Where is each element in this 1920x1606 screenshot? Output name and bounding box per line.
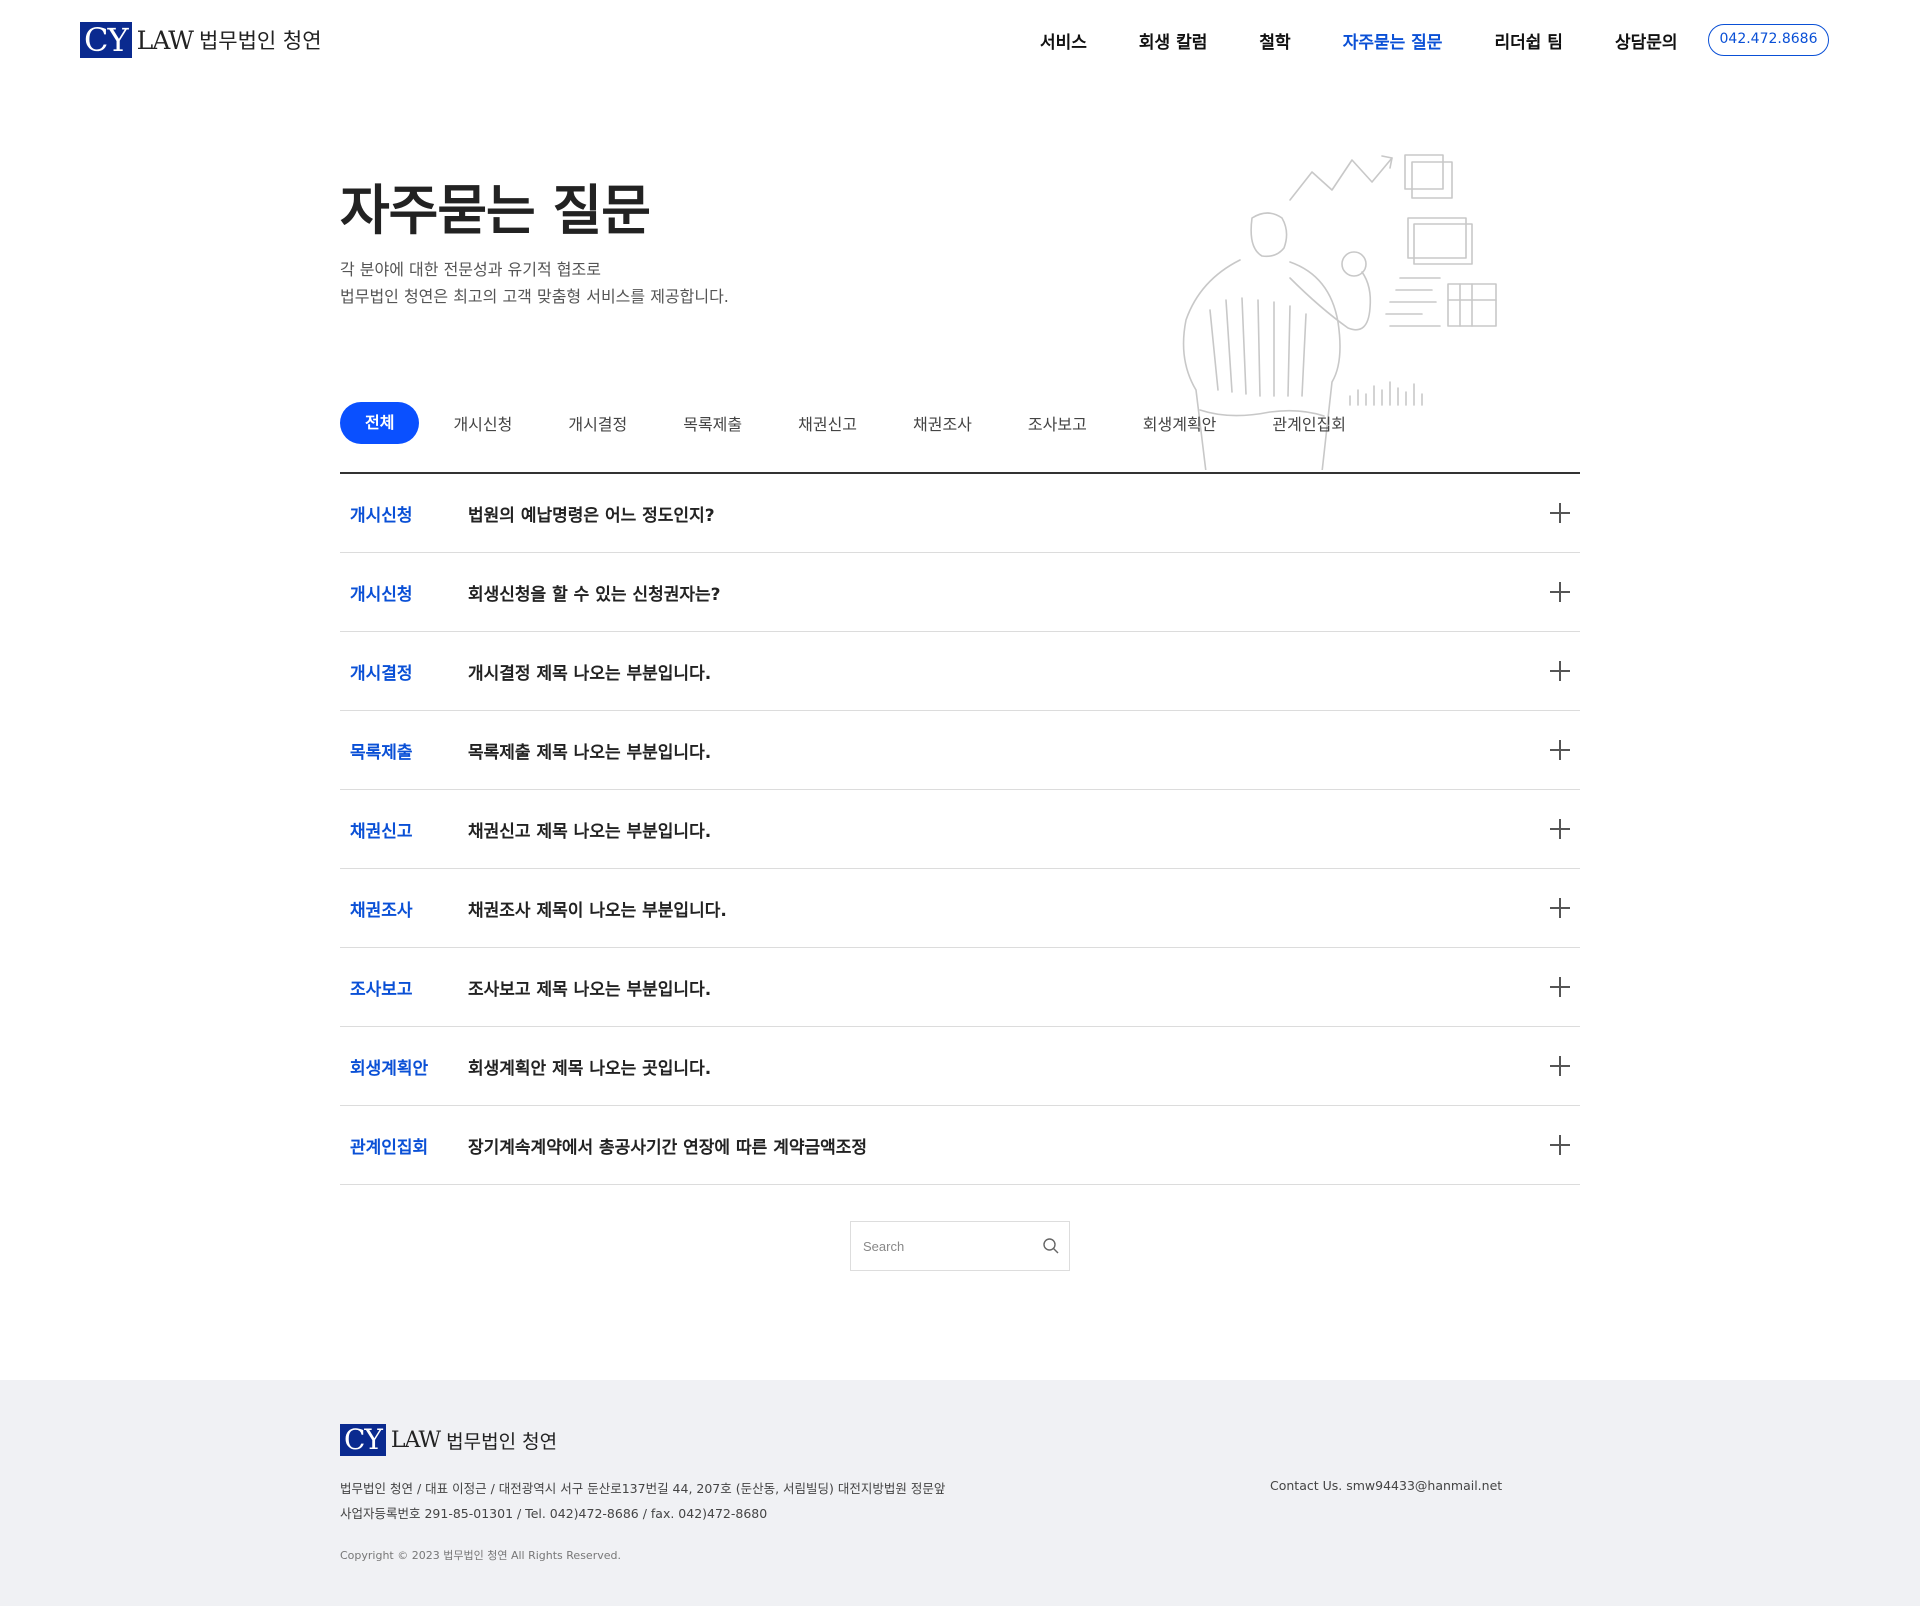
tab-stakeholder-meeting[interactable]: 관계인집회: [1272, 411, 1346, 435]
page-description: 각 분야에 대한 전문성과 유기적 협조로 법무법인 청연은 최고의 고객 맞춤…: [340, 256, 729, 310]
faq-category: 채권조사: [350, 900, 413, 921]
faq-category: 목록제출: [350, 742, 413, 763]
nav-item-leadership[interactable]: 리더쉽 팀: [1494, 28, 1562, 53]
faq-category: 채권신고: [350, 821, 413, 842]
search-input[interactable]: [851, 1222, 1021, 1270]
plus-icon[interactable]: [1550, 1135, 1570, 1155]
faq-item[interactable]: 개시신청 회생신청을 할 수 있는 신청권자는?: [340, 553, 1580, 632]
nav-item-column[interactable]: 회생 칼럼: [1139, 28, 1207, 53]
plus-icon[interactable]: [1550, 1056, 1570, 1076]
site-footer: CY LAW 법무법인 청연 법무법인 청연 / 대표 이정근 / 대전광역시 …: [0, 1380, 1920, 1606]
faq-question: 회생계획안 제목 나오는 곳입니다.: [468, 1058, 712, 1079]
plus-icon[interactable]: [1550, 819, 1570, 839]
footer-business-info: 사업자등록번호 291-85-01301 / Tel. 042)472-8686…: [340, 1506, 768, 1521]
phone-button[interactable]: 042.472.8686: [1707, 24, 1830, 56]
plus-icon[interactable]: [1550, 503, 1570, 523]
faq-item[interactable]: 조사보고 조사보고 제목 나오는 부분입니다.: [340, 948, 1580, 1027]
faq-category: 개시신청: [350, 505, 413, 526]
faq-question: 회생신청을 할 수 있는 신청권자는?: [468, 584, 721, 605]
nav-item-services[interactable]: 서비스: [1040, 28, 1087, 53]
page-title: 자주묻는 질문: [340, 179, 651, 242]
faq-item[interactable]: 채권신고 채권신고 제목 나오는 부분입니다.: [340, 790, 1580, 869]
page-description-line-1: 각 분야에 대한 전문성과 유기적 협조로: [340, 260, 601, 279]
faq-item[interactable]: 회생계획안 회생계획안 제목 나오는 곳입니다.: [340, 1027, 1580, 1106]
tab-list-submission[interactable]: 목록제출: [683, 411, 742, 435]
footer-contact-email: Contact Us. smw94433@hanmail.net: [1270, 1478, 1503, 1493]
plus-icon[interactable]: [1550, 582, 1570, 602]
footer-address: 법무법인 청연 / 대표 이정근 / 대전광역시 서구 둔산로137번길 44,…: [340, 1481, 946, 1496]
plus-icon[interactable]: [1550, 661, 1570, 681]
tab-rehabilitation-plan[interactable]: 회생계획안: [1143, 411, 1217, 435]
search-icon[interactable]: [1041, 1236, 1061, 1256]
faq-question: 법원의 예납명령은 어느 정도인지?: [468, 505, 715, 526]
plus-icon[interactable]: [1550, 977, 1570, 997]
faq-category-tabs: 전체 개시신청 개시결정 목록제출 채권신고 채권조사 조사보고 회생계획안 관…: [340, 402, 1402, 444]
tab-investigation-report[interactable]: 조사보고: [1028, 411, 1087, 435]
logo-firm-name: 법무법인 청연: [198, 29, 322, 53]
footer-logo-law-text: LAW: [390, 1427, 441, 1453]
faq-category: 조사보고: [350, 979, 413, 1000]
faq-list: 개시신청 법원의 예납명령은 어느 정도인지? 개시신청 회생신청을 할 수 있…: [340, 472, 1580, 1185]
page-description-line-2: 법무법인 청연은 최고의 고객 맞춤형 서비스를 제공합니다.: [340, 287, 729, 306]
footer-logo-mark: CY: [340, 1424, 386, 1456]
faq-question: 목록제출 제목 나오는 부분입니다.: [468, 742, 712, 763]
faq-item[interactable]: 개시결정 개시결정 제목 나오는 부분입니다.: [340, 632, 1580, 711]
tab-all[interactable]: 전체: [340, 402, 420, 444]
footer-logo[interactable]: CY LAW 법무법인 청연: [340, 1424, 557, 1456]
tab-claim-investigation[interactable]: 채권조사: [913, 411, 972, 435]
plus-icon[interactable]: [1550, 740, 1570, 760]
footer-company-info: 법무법인 청연 / 대표 이정근 / 대전광역시 서구 둔산로137번길 44,…: [340, 1476, 945, 1526]
logo-law-text: LAW: [136, 25, 194, 55]
faq-search-box: [850, 1221, 1070, 1271]
faq-item[interactable]: 개시신청 법원의 예납명령은 어느 정도인지?: [340, 474, 1580, 553]
logo-mark: CY: [80, 22, 132, 58]
faq-category: 개시신청: [350, 584, 413, 605]
main-nav: 서비스 회생 칼럼 철학 자주묻는 질문 리더쉽 팀 상담문의 042.472.…: [1000, 24, 1830, 56]
nav-item-philosophy[interactable]: 철학: [1259, 28, 1290, 53]
footer-logo-firm-name: 법무법인 청연: [446, 1430, 558, 1453]
site-logo[interactable]: CY LAW 법무법인 청연: [80, 22, 322, 58]
faq-item[interactable]: 채권조사 채권조사 제목이 나오는 부분입니다.: [340, 869, 1580, 948]
faq-question: 개시결정 제목 나오는 부분입니다.: [468, 663, 712, 684]
faq-question: 채권신고 제목 나오는 부분입니다.: [468, 821, 712, 842]
nav-item-faq[interactable]: 자주묻는 질문: [1343, 28, 1443, 53]
faq-category: 회생계획안: [350, 1058, 429, 1079]
faq-question: 채권조사 제목이 나오는 부분입니다.: [468, 900, 727, 921]
footer-copyright: Copyright © 2023 법무법인 청연 All Rights Rese…: [340, 1549, 621, 1562]
faq-question: 장기계속계약에서 총공사기간 연장에 따른 계약금액조정: [468, 1137, 868, 1158]
tab-filing[interactable]: 개시신청: [453, 411, 512, 435]
faq-item[interactable]: 관계인집회 장기계속계약에서 총공사기간 연장에 따른 계약금액조정: [340, 1106, 1580, 1185]
faq-item[interactable]: 목록제출 목록제출 제목 나오는 부분입니다.: [340, 711, 1580, 790]
faq-question: 조사보고 제목 나오는 부분입니다.: [468, 979, 712, 1000]
faq-category: 관계인집회: [350, 1137, 429, 1158]
tab-commencement[interactable]: 개시결정: [568, 411, 627, 435]
plus-icon[interactable]: [1550, 898, 1570, 918]
tab-claim-report[interactable]: 채권신고: [798, 411, 857, 435]
site-header: CY LAW 법무법인 청연 서비스 회생 칼럼 철학 자주묻는 질문 리더쉽 …: [0, 0, 1920, 80]
nav-item-consult[interactable]: 상담문의: [1615, 28, 1678, 53]
faq-category: 개시결정: [350, 663, 413, 684]
